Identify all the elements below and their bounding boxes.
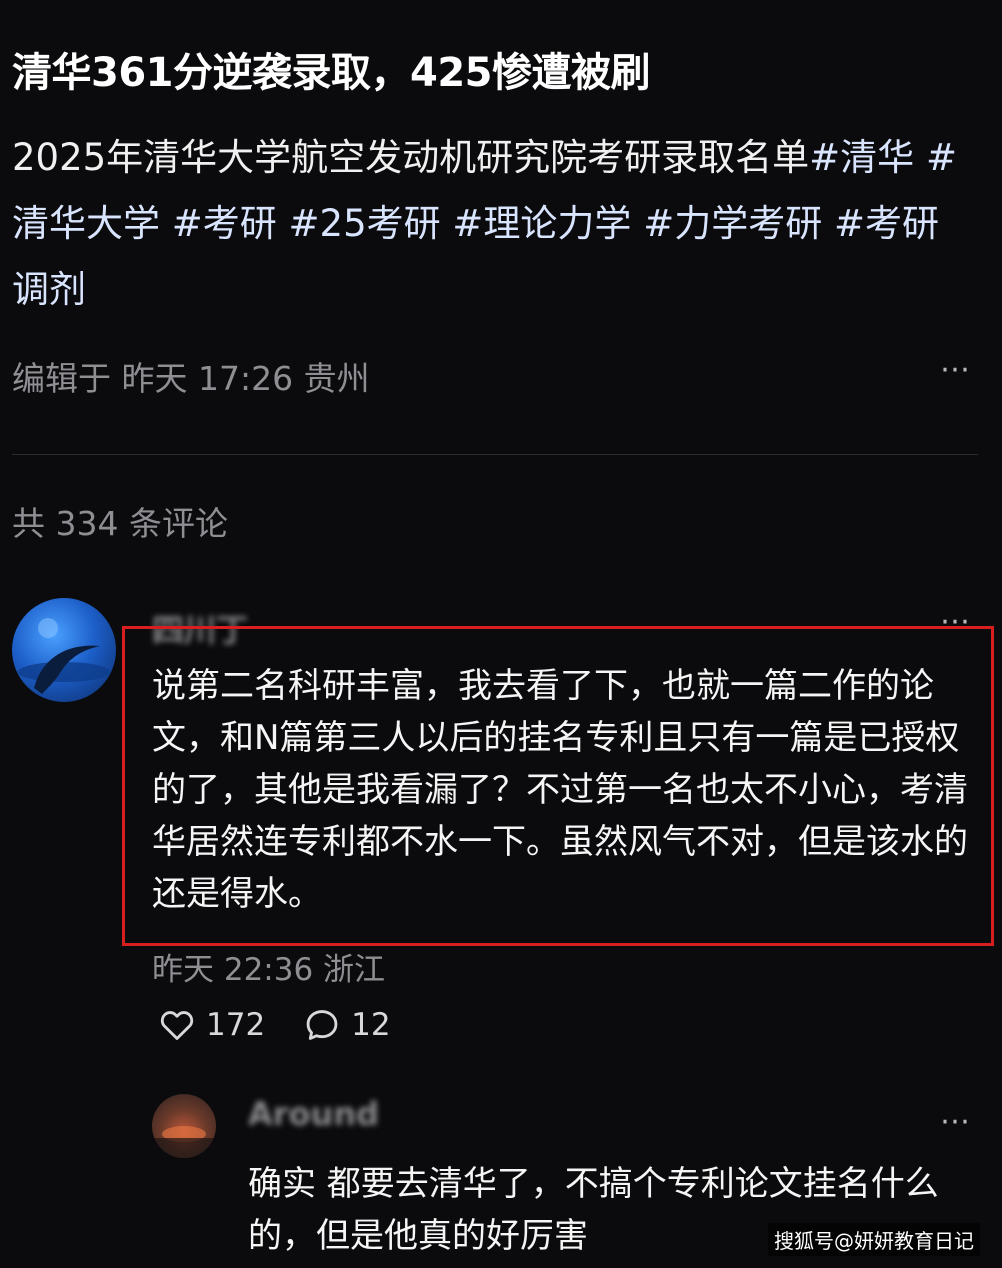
post-title: 清华361分逆袭录取，425惨遭被刷	[12, 50, 651, 96]
comment-count: 共 334 条评论	[12, 504, 228, 543]
avatar[interactable]	[12, 598, 116, 702]
divider	[12, 454, 978, 455]
like-count: 172	[206, 1007, 266, 1043]
heart-icon	[160, 1011, 194, 1040]
reply-username[interactable]: Around	[248, 1095, 379, 1133]
like-button[interactable]: 172	[158, 1006, 265, 1044]
reply-count: 12	[351, 1007, 391, 1043]
comment-text: 说第二名科研丰富，我去看了下，也就一篇二作的论文，和N篇第三人以后的挂名专利且只…	[152, 666, 968, 914]
comment-meta: 昨天 22:36 浙江	[152, 952, 386, 988]
post-more-icon[interactable]: ⋯	[940, 352, 972, 387]
reply-avatar[interactable]	[152, 1094, 216, 1158]
post-meta: 编辑于 昨天 17:26 贵州	[12, 359, 370, 398]
reply-button[interactable]: 12	[303, 1006, 391, 1044]
comment-actions: 172 12	[158, 1006, 429, 1044]
post-body: 2025年清华大学航空发动机研究院考研录取名单#清华 #清华大学 #考研 #25…	[12, 125, 972, 323]
reply-more-icon[interactable]: ⋯	[940, 1104, 972, 1139]
avatar-image	[18, 618, 110, 694]
hashtag-qinghua[interactable]: #清华	[809, 136, 914, 179]
hashtag-lixue-kaoyan[interactable]: #力学考研	[643, 202, 822, 245]
hashtag-25-kaoyan[interactable]: #25考研	[289, 202, 441, 245]
hashtag-lilun-lixue[interactable]: #理论力学	[452, 202, 631, 245]
comment-bubble-icon	[306, 1010, 338, 1040]
hashtag-kaoyan[interactable]: #考研	[172, 202, 277, 245]
watermark: 搜狐号@妍妍教育日记	[768, 1223, 980, 1256]
avatar-image	[152, 1126, 216, 1158]
post-body-text: 2025年清华大学航空发动机研究院考研录取名单	[12, 136, 810, 179]
